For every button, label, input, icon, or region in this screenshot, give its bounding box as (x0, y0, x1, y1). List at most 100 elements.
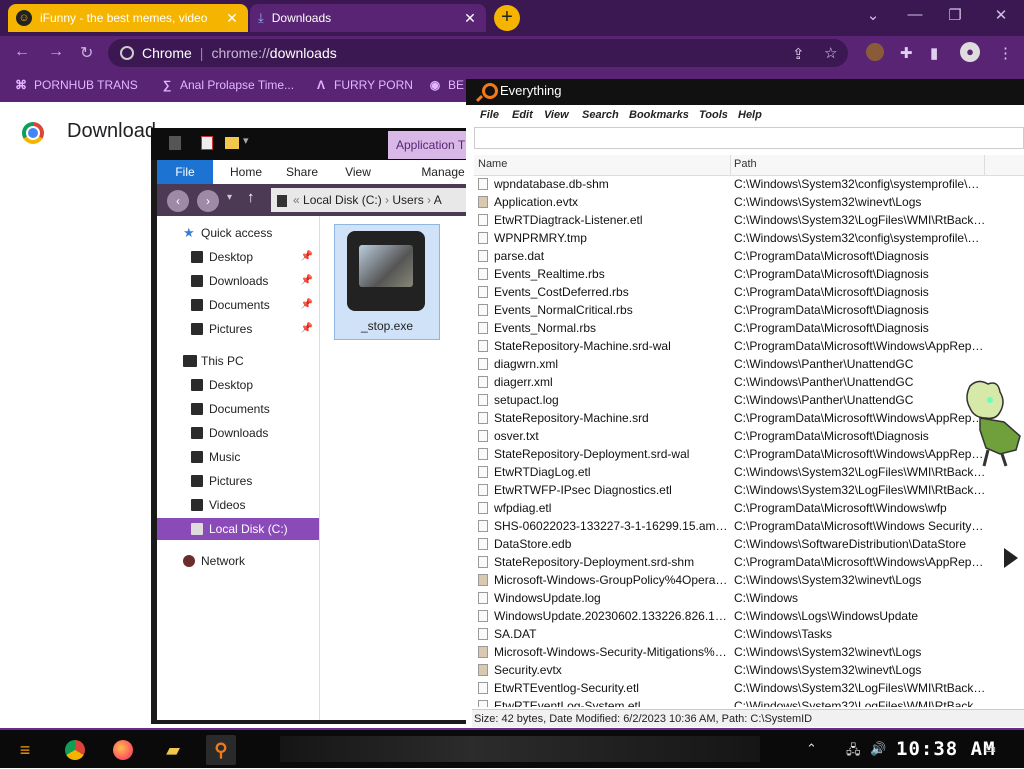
notification-icon[interactable]: ▭ (984, 741, 996, 757)
search-input[interactable] (474, 127, 1024, 149)
recent-dropdown-icon[interactable]: ▾ (227, 192, 232, 203)
result-row[interactable]: EtwRTWFP-IPsec Diagnostics.etl C:\Windows… (474, 481, 1024, 499)
menu-kebab-icon[interactable]: ⋮ (998, 44, 1013, 62)
file-item[interactable]: _stop.exe (334, 224, 440, 340)
result-row[interactable]: StateRepository-Deployment.srd-wal C:\Pro… (474, 445, 1024, 463)
result-row[interactable]: Events_Realtime.rbs C:\ProgramData\Micros… (474, 265, 1024, 283)
nav-qa-documents[interactable]: Documents 📌 (157, 294, 319, 316)
breadcrumb-users[interactable]: Users (392, 193, 423, 207)
maximize-button[interactable]: ❐ (940, 6, 970, 26)
bookmark-item[interactable]: ∑ Anal Prolapse Time... (160, 78, 294, 92)
start-button-icon[interactable]: ≡ (10, 735, 40, 765)
result-row[interactable]: Security.evtx C:\Windows\System32\winevt\… (474, 661, 1024, 679)
minimize-button[interactable]: — (900, 6, 930, 26)
result-row[interactable]: SA.DAT C:\Windows\Tasks (474, 625, 1024, 643)
result-row[interactable]: WindowsUpdate.log C:\Windows (474, 589, 1024, 607)
ribbon-tab-manage[interactable]: Manage (415, 160, 471, 184)
new-tab-button[interactable]: + (494, 5, 520, 31)
side-panel-icon[interactable]: ▮ (930, 44, 938, 62)
column-header-name[interactable]: Name (478, 155, 731, 175)
taskbar-clock[interactable]: 10:38 AM (896, 738, 996, 760)
menu-edit[interactable]: Edit (512, 109, 533, 121)
forward-icon[interactable]: → (48, 43, 64, 61)
result-row[interactable]: osver.txt C:\ProgramData\Microsoft\Diagno… (474, 427, 1024, 445)
firefox-taskbar-icon[interactable] (108, 735, 138, 765)
nav-pc-pictures[interactable]: Pictures (157, 470, 319, 492)
everything-taskbar-icon[interactable]: ⚲ (206, 735, 236, 765)
result-row[interactable]: diagwrn.xml C:\Windows\Panther\UnattendGC (474, 355, 1024, 373)
pin-icon[interactable]: 📌 (301, 294, 313, 316)
nav-pc-downloads[interactable]: Downloads (157, 422, 319, 444)
chrome-taskbar-icon[interactable] (60, 735, 90, 765)
share-icon[interactable]: ⇪ (792, 45, 805, 63)
result-row[interactable]: Events_NormalCritical.rbs C:\ProgramData\… (474, 301, 1024, 319)
new-folder-icon[interactable] (225, 137, 239, 149)
column-header-path[interactable]: Path (734, 155, 985, 175)
result-row[interactable]: Events_Normal.rbs C:\ProgramData\Microsof… (474, 319, 1024, 337)
menu-search[interactable]: Search (582, 109, 619, 121)
result-row[interactable]: setupact.log C:\Windows\Panther\UnattendG… (474, 391, 1024, 409)
nav-pc-documents[interactable]: Documents (157, 398, 319, 420)
nav-pc-desktop[interactable]: Desktop (157, 374, 319, 396)
pin-icon[interactable]: 📌 (301, 270, 313, 292)
properties-icon[interactable] (201, 136, 213, 150)
ribbon-tab-home[interactable]: Home (221, 160, 271, 184)
result-row[interactable]: DataStore.edb C:\Windows\SoftwareDistribu… (474, 535, 1024, 553)
tab-downloads[interactable]: ⤓ Downloads ✕ (250, 4, 486, 32)
tab-close-icon[interactable]: ✕ (224, 10, 240, 27)
ribbon-tab-view[interactable]: View (333, 160, 383, 184)
menu-bookmarks[interactable]: Bookmarks (629, 109, 689, 121)
omnibox[interactable]: Chrome | chrome://downloads ⇪ ☆ (108, 39, 848, 67)
chevron-down-icon[interactable]: ⌄ (858, 6, 888, 26)
up-icon[interactable]: ↑ (247, 189, 255, 206)
result-row[interactable]: parse.dat C:\ProgramData\Microsoft\Diagno… (474, 247, 1024, 265)
tab-close-icon[interactable]: ✕ (462, 10, 478, 27)
application-tools-tab[interactable]: Application T (388, 131, 478, 159)
show-hidden-icons-chevron-icon[interactable]: ⌃ (806, 741, 817, 757)
nav-pc-music[interactable]: Music (157, 446, 319, 468)
nav-pc-local-disk[interactable]: Local Disk (C:) (157, 518, 319, 540)
breadcrumb-user[interactable]: A (434, 193, 442, 207)
result-row[interactable]: EtwRTEventLog-System.etl C:\Windows\Syste… (474, 697, 1024, 707)
star-icon[interactable]: ☆ (824, 44, 837, 62)
result-row[interactable]: EtwRTEventlog-Security.etl C:\Windows\Sys… (474, 679, 1024, 697)
nav-quick-access[interactable]: ★ Quick access (157, 222, 319, 244)
avatar-icon[interactable]: ● (960, 42, 980, 62)
result-row[interactable]: WPNPRMRY.tmp C:\Windows\System32\config\s… (474, 229, 1024, 247)
bookmark-item[interactable]: ◉ BE (428, 78, 464, 92)
menu-tools[interactable]: Tools (699, 109, 728, 121)
result-row[interactable]: EtwRTDiagtrack-Listener.etl C:\Windows\Sy… (474, 211, 1024, 229)
menu-help[interactable]: Help (738, 109, 762, 121)
puzzle-extensions-icon[interactable]: ✚ (900, 44, 913, 62)
result-row[interactable]: diagerr.xml C:\Windows\Panther\UnattendGC (474, 373, 1024, 391)
result-row[interactable]: WindowsUpdate.20230602.133226.826.1.etl C… (474, 607, 1024, 625)
pin-icon[interactable]: 📌 (301, 246, 313, 268)
result-row[interactable]: Microsoft-Windows-GroupPolicy%4Operation… (474, 571, 1024, 589)
menu-view[interactable]: View (544, 109, 569, 121)
tab-ifunny[interactable]: ☺ iFunny - the best memes, video ✕ (8, 4, 248, 32)
back-icon[interactable]: ‹ (167, 190, 189, 212)
network-icon[interactable]: 🖧 (846, 741, 861, 763)
nav-pc-videos[interactable]: Videos (157, 494, 319, 516)
nav-this-pc[interactable]: This PC (157, 350, 319, 372)
file-explorer-taskbar-icon[interactable]: ▰ (158, 735, 188, 765)
nav-qa-downloads[interactable]: Downloads 📌 (157, 270, 319, 292)
nav-network[interactable]: Network (157, 550, 319, 572)
result-row[interactable]: Application.evtx C:\Windows\System32\wine… (474, 193, 1024, 211)
back-icon[interactable]: ← (14, 43, 30, 61)
result-row[interactable]: wpndatabase.db-shm C:\Windows\System32\co… (474, 175, 1024, 193)
ribbon-tab-file[interactable]: File (157, 160, 213, 184)
nav-qa-pictures[interactable]: Pictures 📌 (157, 318, 319, 340)
close-button[interactable]: ✕ (986, 6, 1016, 26)
result-row[interactable]: Events_CostDeferred.rbs C:\ProgramData\Mi… (474, 283, 1024, 301)
address-field[interactable]: « Local Disk (C:) › Users › A (271, 188, 471, 212)
result-row[interactable]: StateRepository-Deployment.srd-shm C:\Pro… (474, 553, 1024, 571)
result-row[interactable]: StateRepository-Machine.srd C:\ProgramDat… (474, 409, 1024, 427)
result-row[interactable]: Microsoft-Windows-Security-Mitigations%4… (474, 643, 1024, 661)
nav-qa-desktop[interactable]: Desktop 📌 (157, 246, 319, 268)
menu-file[interactable]: File (480, 109, 499, 121)
quick-access-dropdown-icon[interactable]: ▾ (243, 134, 249, 147)
result-row[interactable]: StateRepository-Machine.srd-wal C:\Progra… (474, 337, 1024, 355)
result-row[interactable]: SHS-06022023-133227-3-1-16299.15.amd64f.… (474, 517, 1024, 535)
ribbon-tab-share[interactable]: Share (277, 160, 327, 184)
